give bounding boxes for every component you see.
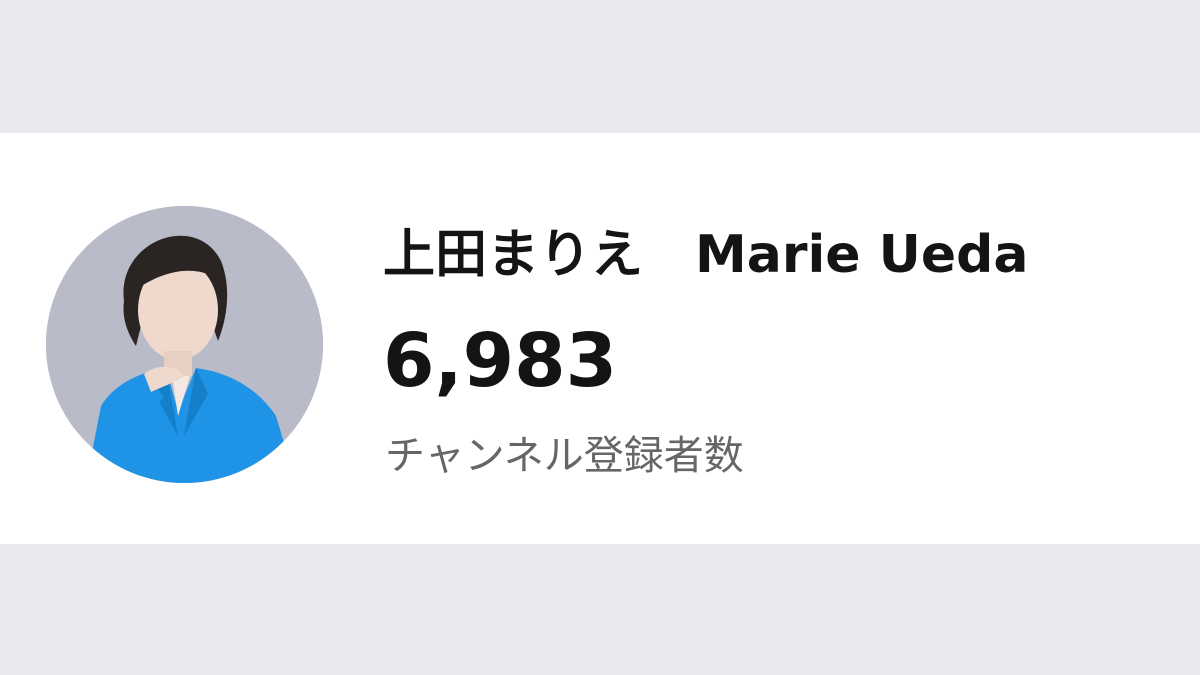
channel-avatar[interactable] [46, 206, 323, 483]
avatar-portrait-icon [46, 206, 323, 483]
subscriber-count-label: チャンネル登録者数 [385, 433, 744, 479]
channel-name[interactable]: 上田まりえ Marie Ueda [383, 223, 1028, 287]
channel-card[interactable]: 上田まりえ Marie Ueda 6,983 チャンネル登録者数 [0, 133, 1200, 544]
page: 上田まりえ Marie Ueda 6,983 チャンネル登録者数 [0, 0, 1200, 675]
subscriber-count: 6,983 [383, 318, 618, 404]
